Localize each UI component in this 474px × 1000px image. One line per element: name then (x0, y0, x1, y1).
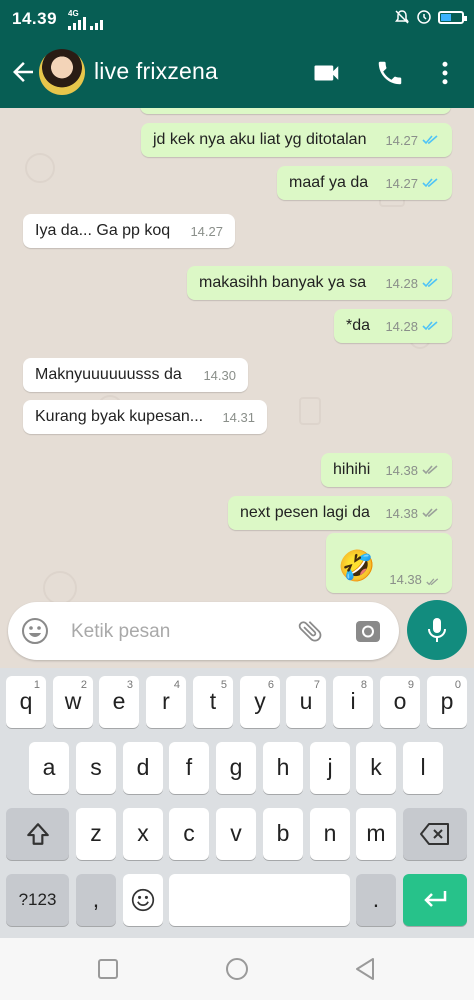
message-bubble[interactable]: maaf ya da 14.27 (277, 166, 452, 200)
signal-icon (68, 17, 103, 30)
key-f[interactable]: f (169, 742, 209, 794)
message-bubble[interactable]: makasihh banyak ya sa 14.28 (187, 266, 452, 300)
period-key[interactable]: . (356, 874, 396, 926)
back-arrow-icon[interactable] (8, 57, 38, 87)
emoji-key[interactable] (123, 874, 163, 926)
voice-record-button[interactable] (407, 600, 467, 660)
double-check-read-icon (422, 178, 438, 188)
shift-icon (27, 823, 49, 845)
battery-icon (438, 10, 467, 24)
key-e[interactable]: e3 (99, 676, 139, 728)
message-bubble[interactable]: Maknyuuuuuusss da 14.30 (23, 358, 248, 392)
key-b[interactable]: b (263, 808, 303, 860)
key-d[interactable]: d (123, 742, 163, 794)
double-check-read-icon (422, 321, 438, 331)
key-k[interactable]: k (356, 742, 396, 794)
key-a[interactable]: a (29, 742, 69, 794)
key-g[interactable]: g (216, 742, 256, 794)
recents-icon[interactable] (97, 958, 119, 980)
key-j[interactable]: j (310, 742, 350, 794)
phone-call-icon[interactable] (375, 58, 405, 88)
message-bubble[interactable]: next pesen lagi da 14.38 (228, 496, 452, 530)
key-t[interactable]: t5 (193, 676, 233, 728)
double-check-read-icon (422, 278, 438, 288)
key-o[interactable]: o9 (380, 676, 420, 728)
soft-keyboard: q1 w2 e3 r4 t5 y6 u7 i8 o9 p0 a s d f g … (0, 668, 474, 938)
message-bubble[interactable]: Kurang byak kupesan... 14.31 (23, 400, 267, 434)
video-call-icon[interactable] (312, 58, 342, 88)
double-check-delivered-icon (426, 578, 439, 586)
comma-key[interactable]: , (76, 874, 116, 926)
key-z[interactable]: z (76, 808, 116, 860)
key-s[interactable]: s (76, 742, 116, 794)
double-check-delivered-icon (422, 465, 438, 475)
chat-area[interactable]: jd kek nya aku liat yg ditotalan 14.27 m… (0, 108, 474, 670)
key-v[interactable]: v (216, 808, 256, 860)
key-l[interactable]: l (403, 742, 443, 794)
message-bubble[interactable]: *da 14.28 (334, 309, 452, 343)
double-check-read-icon (422, 135, 438, 145)
contact-avatar[interactable] (39, 49, 85, 95)
key-q[interactable]: q1 (6, 676, 46, 728)
status-time: 14.39 (12, 9, 58, 28)
back-nav-icon[interactable] (353, 957, 377, 981)
space-key[interactable] (169, 874, 350, 926)
paperclip-icon[interactable] (296, 617, 324, 645)
key-y[interactable]: y6 (240, 676, 280, 728)
message-input[interactable]: Ketik pesan (71, 621, 170, 643)
emoji-icon[interactable] (21, 617, 49, 645)
key-c[interactable]: c (169, 808, 209, 860)
message-bubble-partial (140, 108, 451, 114)
key-h[interactable]: h (263, 742, 303, 794)
backspace-icon (420, 823, 449, 845)
double-check-delivered-icon (422, 508, 438, 518)
enter-key[interactable] (403, 874, 467, 926)
backspace-key[interactable] (403, 808, 467, 860)
bell-muted-icon (395, 10, 409, 24)
key-r[interactable]: r4 (146, 676, 186, 728)
message-bubble[interactable]: 🤣 14.38 (326, 533, 452, 593)
message-bubble[interactable]: hihihi 14.38 (321, 453, 452, 487)
message-input-bar[interactable]: Ketik pesan (8, 602, 399, 660)
shift-key[interactable] (6, 808, 69, 860)
emoji-icon (131, 888, 155, 912)
key-i[interactable]: i8 (333, 676, 373, 728)
contact-name[interactable]: live frixzena (94, 58, 218, 85)
key-m[interactable]: m (356, 808, 396, 860)
symbols-key[interactable]: ?123 (6, 874, 69, 926)
microphone-icon (428, 618, 446, 642)
home-icon[interactable] (225, 957, 249, 981)
laughing-emoji: 🤣 (338, 550, 376, 583)
key-u[interactable]: u7 (286, 676, 326, 728)
key-p[interactable]: p0 (427, 676, 467, 728)
system-nav-bar (0, 938, 474, 1000)
more-options-icon[interactable] (430, 58, 460, 88)
status-bar: 14.39 4G (0, 0, 474, 38)
camera-icon[interactable] (353, 616, 383, 646)
alarm-icon (417, 10, 431, 24)
chat-header: live frixzena (0, 38, 474, 108)
key-n[interactable]: n (310, 808, 350, 860)
key-x[interactable]: x (123, 808, 163, 860)
message-bubble[interactable]: Iya da... Ga pp koq 14.27 (23, 214, 235, 248)
key-w[interactable]: w2 (53, 676, 93, 728)
message-bubble[interactable]: jd kek nya aku liat yg ditotalan 14.27 (141, 123, 452, 157)
enter-icon (424, 891, 447, 907)
